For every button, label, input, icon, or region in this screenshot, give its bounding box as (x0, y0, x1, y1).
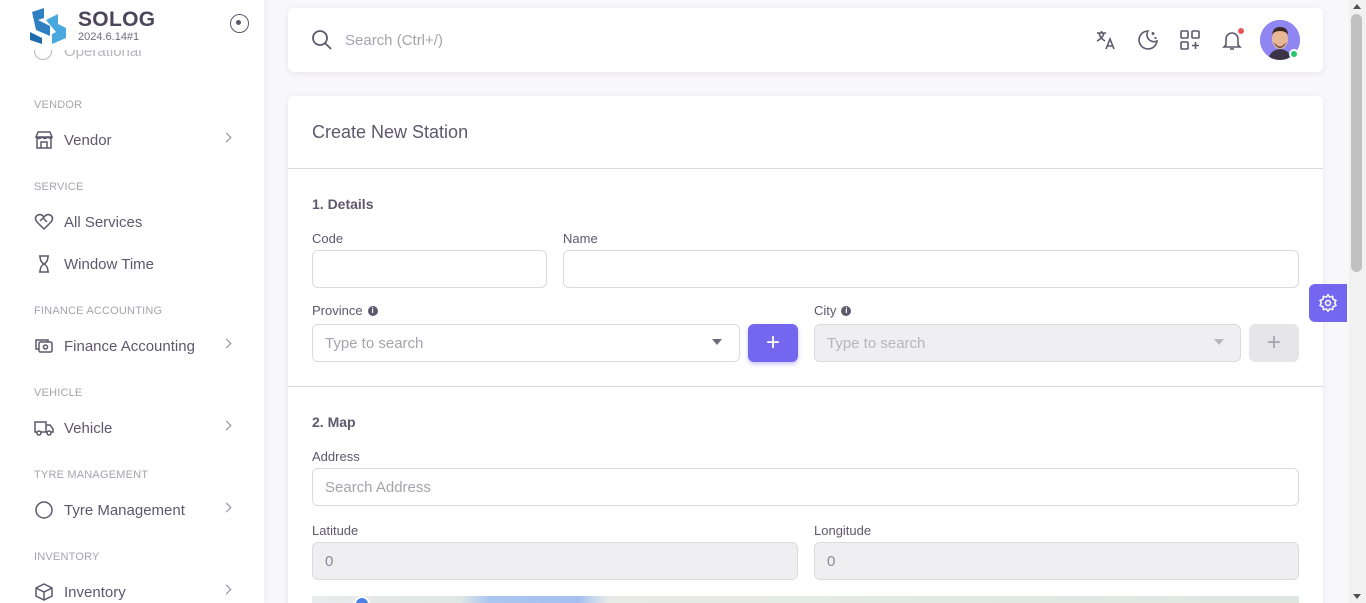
section-label-service: SERVICE (34, 181, 84, 193)
map-view[interactable] (312, 596, 1299, 603)
address-label: Address (312, 449, 360, 464)
chevron-right-icon (221, 420, 232, 431)
plus-icon: + (1266, 329, 1281, 356)
province-label: Province i (312, 303, 378, 318)
solog-logo (30, 8, 66, 44)
chevron-right-icon (221, 502, 232, 513)
code-label: Code (312, 231, 344, 246)
page-scrollbar[interactable] (1349, 0, 1366, 603)
city-select[interactable] (814, 324, 1241, 362)
brand-version: 2024.6.14#1 (78, 31, 140, 43)
sidebar-item-label: Vehicle (64, 419, 113, 437)
sidebar: SOLOG 2024.6.14#1 Operational VENDOR Ven… (0, 0, 264, 603)
clipped-nav-label: Operational (64, 50, 142, 60)
latitude-label: Latitude (312, 523, 359, 538)
longitude-label: Longitude (814, 523, 872, 538)
divider (288, 386, 1323, 387)
details-heading: 1. Details (312, 196, 374, 212)
section-label-vehicle: VEHICLE (34, 387, 83, 399)
brand[interactable]: SOLOG 2024.6.14#1 (28, 4, 248, 48)
address-search-input[interactable] (312, 468, 1299, 506)
sidebar-item-finance-accounting[interactable]: Finance Accounting (34, 332, 234, 360)
map-heading: 2. Map (312, 414, 356, 430)
province-select[interactable] (312, 324, 740, 362)
sidebar-item-label: Tyre Management (64, 501, 185, 519)
search-icon[interactable] (310, 28, 334, 52)
top-navbar (288, 8, 1323, 72)
truck-icon (34, 418, 54, 438)
name-field[interactable] (563, 250, 1299, 288)
search-input[interactable] (345, 26, 845, 54)
brand-name: SOLOG (78, 8, 156, 31)
sidebar-item-window-time[interactable]: Window Time (34, 250, 234, 278)
add-city-button[interactable]: + (1249, 324, 1299, 362)
create-station-card: Create New Station 1. Details Code Name … (288, 96, 1323, 603)
moon-icon[interactable] (1136, 28, 1160, 52)
info-icon[interactable]: i (841, 305, 852, 316)
apps-add-icon[interactable] (1178, 28, 1202, 52)
section-label-finance: FINANCE ACCOUNTING (34, 305, 163, 317)
sidebar-item-inventory[interactable]: Inventory (34, 578, 234, 603)
scroll-up-arrow[interactable] (1353, 4, 1361, 9)
gear-icon (1319, 293, 1337, 313)
code-field[interactable] (312, 250, 547, 288)
chevron-right-icon (221, 338, 232, 349)
longitude-field[interactable] (814, 542, 1299, 580)
cash-icon (34, 336, 54, 356)
store-icon (34, 130, 54, 150)
sidebar-item-label: Window Time (64, 255, 155, 273)
chevron-down-icon[interactable] (1214, 339, 1224, 345)
sidebar-item-label: Finance Accounting (64, 337, 195, 355)
add-province-button[interactable]: + (748, 324, 798, 362)
sidebar-collapse-button[interactable] (230, 14, 249, 33)
city-label: City i (814, 303, 852, 318)
sidebar-item-label: All Services (64, 213, 143, 231)
name-label: Name (563, 231, 598, 246)
chevron-right-icon (221, 132, 232, 143)
online-status-badge (1289, 49, 1299, 59)
chevron-right-icon (221, 584, 232, 595)
sidebar-item-all-services[interactable]: All Services (34, 208, 234, 236)
sidebar-item-vendor[interactable]: Vendor (34, 126, 234, 154)
latitude-field[interactable] (312, 542, 798, 580)
sidebar-item-tyre-management[interactable]: Tyre Management (34, 496, 234, 524)
clipped-nav-item: Operational (34, 50, 234, 64)
plus-icon: + (765, 329, 780, 356)
sidebar-item-label: Vendor (64, 131, 112, 149)
theme-customizer-button[interactable] (1309, 284, 1347, 322)
sidebar-item-label: Inventory (64, 583, 126, 601)
scrollbar-thumb[interactable] (1351, 14, 1362, 272)
circle-icon (34, 500, 54, 520)
section-label-tyre: TYRE MANAGEMENT (34, 469, 149, 481)
notification-dot (1237, 27, 1245, 35)
map-pin-icon[interactable] (354, 596, 370, 603)
section-label-vendor: VENDOR (34, 99, 83, 111)
info-icon[interactable]: i (367, 305, 378, 316)
hourglass-icon (34, 254, 54, 274)
page-title: Create New Station (312, 122, 469, 142)
heart-handshake-icon (34, 212, 54, 232)
sidebar-item-vehicle[interactable]: Vehicle (34, 414, 234, 442)
translate-icon[interactable] (1094, 28, 1118, 52)
box-icon (34, 582, 54, 602)
divider (288, 168, 1323, 169)
section-label-inventory: INVENTORY (34, 551, 100, 563)
scroll-down-arrow[interactable] (1353, 594, 1361, 599)
chevron-down-icon[interactable] (712, 339, 722, 345)
